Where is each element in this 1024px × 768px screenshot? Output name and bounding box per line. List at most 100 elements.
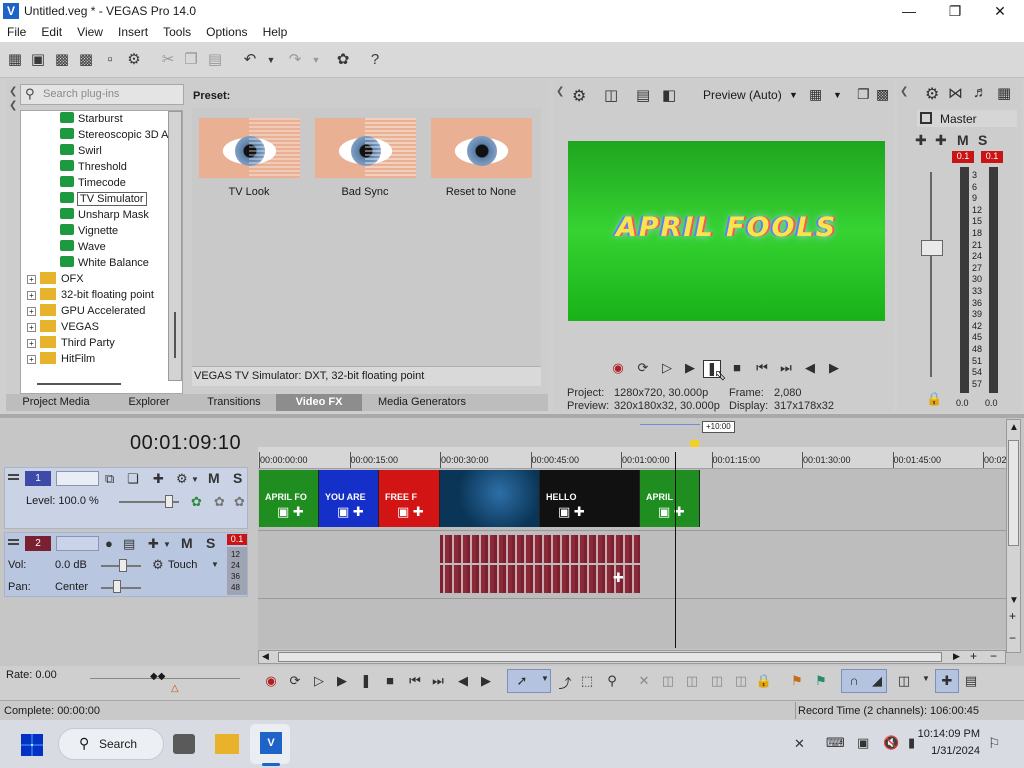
- video-solo-button[interactable]: S: [233, 470, 242, 486]
- pan-knob[interactable]: [113, 580, 121, 593]
- snapping-magnet-icon[interactable]: ∩: [845, 673, 863, 688]
- arm-for-record-icon[interactable]: ●: [105, 536, 113, 551]
- scroll-right-icon[interactable]: ▶: [953, 651, 960, 662]
- video-track-name-field[interactable]: [56, 471, 99, 486]
- preview-collapse-icon[interactable]: ❮: [556, 86, 564, 97]
- master-lock-icon[interactable]: 🔒: [926, 391, 942, 407]
- panel-collapse-icon-2[interactable]: ❮: [9, 100, 17, 111]
- zoom-out-vertical-icon[interactable]: −: [1009, 631, 1016, 645]
- stop-icon[interactable]: ■: [381, 673, 399, 688]
- video-event-clip[interactable]: HELLO ▣ ✚: [540, 470, 640, 527]
- taskbar-search-box[interactable]: ⚲ Search: [58, 728, 164, 760]
- undo-icon[interactable]: ↶: [241, 51, 259, 69]
- save-icon[interactable]: ▩: [53, 51, 71, 69]
- audio-solo-button[interactable]: S: [206, 535, 215, 551]
- rate-slider-knob[interactable]: ◆◆: [150, 671, 165, 682]
- keyboard-icon[interactable]: ⌨: [826, 735, 845, 751]
- help-pointer-icon[interactable]: ?: [366, 51, 384, 69]
- preset-label-reset[interactable]: Reset to None: [426, 186, 536, 198]
- event-fx-icon[interactable]: ▣ ✚: [558, 504, 585, 520]
- track-minimize-icon[interactable]: [8, 474, 19, 476]
- menu-help[interactable]: Help: [263, 22, 288, 39]
- pan-slider[interactable]: [101, 587, 141, 589]
- trim-end-icon[interactable]: ◫: [708, 673, 726, 689]
- plugin-item[interactable]: White Balance: [60, 255, 149, 271]
- timeline-vscroll-thumb[interactable]: [1008, 440, 1019, 546]
- automation-dropdown-icon[interactable]: ▼: [163, 540, 171, 549]
- tab-media-generators[interactable]: Media Generators: [362, 394, 482, 411]
- automation-mode-value[interactable]: Touch: [168, 559, 197, 571]
- ripple-edit-icon[interactable]: ◫: [895, 673, 913, 689]
- downmix-icon[interactable]: ⋈: [948, 84, 963, 102]
- delete-icon[interactable]: ✕: [635, 673, 653, 689]
- composite-parent-icon[interactable]: ✿: [191, 494, 202, 510]
- tab-transitions[interactable]: Transitions: [192, 394, 276, 411]
- external-monitor-icon[interactable]: ◫: [604, 86, 618, 104]
- scroll-down-icon[interactable]: ▼: [1009, 595, 1019, 606]
- marker-flag-icon[interactable]: [690, 440, 699, 447]
- go-to-end-icon[interactable]: ⏭: [429, 673, 447, 689]
- envelope-tool-icon[interactable]: ⤴: [556, 673, 574, 692]
- go-to-end-icon[interactable]: ⏭: [777, 360, 795, 376]
- insert-region-icon[interactable]: ⚑: [812, 673, 830, 689]
- track-fx-icon[interactable]: ❏: [127, 471, 139, 487]
- plugin-folder[interactable]: + OFX: [27, 271, 84, 287]
- track-minimize-icon[interactable]: [8, 539, 19, 541]
- rate-reset-marker-icon[interactable]: △: [171, 683, 179, 694]
- track-motion-icon[interactable]: ⧉: [105, 471, 114, 487]
- lock-envelopes-icon[interactable]: ✚: [938, 673, 956, 689]
- plugin-item[interactable]: Threshold: [60, 159, 127, 175]
- expand-icon[interactable]: +: [27, 275, 36, 284]
- lock-icon[interactable]: 🔒: [755, 673, 773, 689]
- windows-start-icon[interactable]: [21, 734, 43, 756]
- plugin-item[interactable]: Stereoscopic 3D A: [60, 127, 169, 143]
- tab-video-fx[interactable]: Video FX: [276, 394, 362, 411]
- plugin-item[interactable]: Vignette: [60, 223, 118, 239]
- go-to-start-icon[interactable]: ⏮: [406, 673, 424, 689]
- copy-icon[interactable]: ❐: [182, 51, 200, 69]
- display-icon[interactable]: ▣: [857, 735, 869, 751]
- notifications-bell-icon[interactable]: ⚐: [988, 735, 1001, 752]
- plugin-folder[interactable]: + HitFilm: [27, 351, 95, 367]
- adjust-size-icon[interactable]: ◧: [662, 86, 676, 104]
- normal-edit-tool-icon[interactable]: ➚: [513, 673, 531, 689]
- touch-automation-gear-icon[interactable]: ⚙: [152, 557, 164, 573]
- video-level-knob[interactable]: [165, 495, 173, 508]
- zoom-tool-icon[interactable]: ⚲: [603, 673, 621, 689]
- preset-thumb-bad-sync[interactable]: [315, 118, 416, 178]
- trim-icon[interactable]: ◫: [659, 673, 677, 689]
- master-solo-button[interactable]: S: [978, 132, 987, 148]
- mixer-properties-gear-icon[interactable]: ⚙: [925, 84, 939, 104]
- paste-icon[interactable]: ▤: [206, 51, 224, 69]
- expand-icon[interactable]: +: [27, 307, 36, 316]
- timeline-splitter[interactable]: [0, 414, 1024, 418]
- selection-tool-icon[interactable]: ⬚: [578, 673, 596, 689]
- redo-icon[interactable]: ↷: [286, 51, 304, 69]
- cut-icon[interactable]: ✂: [159, 51, 177, 69]
- record-icon[interactable]: ◉: [609, 360, 627, 376]
- automation-icon[interactable]: ✚: [148, 536, 159, 552]
- auto-crossfade-icon[interactable]: ◢: [868, 673, 886, 689]
- playhead-cursor[interactable]: [675, 452, 676, 648]
- video-event-clip[interactable]: APRIL ▣ ✚: [640, 470, 700, 527]
- scroll-left-icon[interactable]: ◀: [262, 651, 269, 662]
- open-folder-icon[interactable]: ▣: [29, 51, 47, 69]
- video-track-header[interactable]: 1 ⧉ ❏ ✚ ⚙ ▼ M S Level: 100.0 % ✿ ✿ ✿: [4, 467, 248, 529]
- master-fader-knob[interactable]: [921, 240, 943, 256]
- copy-snapshot-icon[interactable]: ❐: [857, 86, 870, 103]
- menu-view[interactable]: View: [77, 22, 103, 39]
- overlays-grid-icon[interactable]: ▦: [809, 86, 822, 103]
- timeline-hscroll-thumb[interactable]: [278, 652, 942, 662]
- event-fx-icon[interactable]: ▣ ✚: [658, 504, 685, 520]
- task-view-icon[interactable]: [173, 734, 195, 754]
- split-screen-icon[interactable]: ▤: [636, 86, 650, 104]
- compositing-mode-icon[interactable]: ✚: [153, 471, 164, 487]
- audio-track-header[interactable]: 2 ● ▤ ✚ ▼ M S 0.1 12 24 36 48 Vol: 0.0 d…: [4, 532, 248, 597]
- plugin-item[interactable]: TV Simulator: [60, 191, 147, 207]
- audio-waveform-top[interactable]: [440, 535, 640, 563]
- trim-start-icon[interactable]: ◫: [683, 673, 701, 689]
- track-settings-gear-icon[interactable]: ⚙: [176, 471, 188, 487]
- previous-frame-icon[interactable]: ◀: [801, 360, 819, 376]
- taskbar-clock-date[interactable]: 1/31/2024: [912, 745, 980, 757]
- preview-quality-select[interactable]: Preview (Auto): [703, 88, 782, 102]
